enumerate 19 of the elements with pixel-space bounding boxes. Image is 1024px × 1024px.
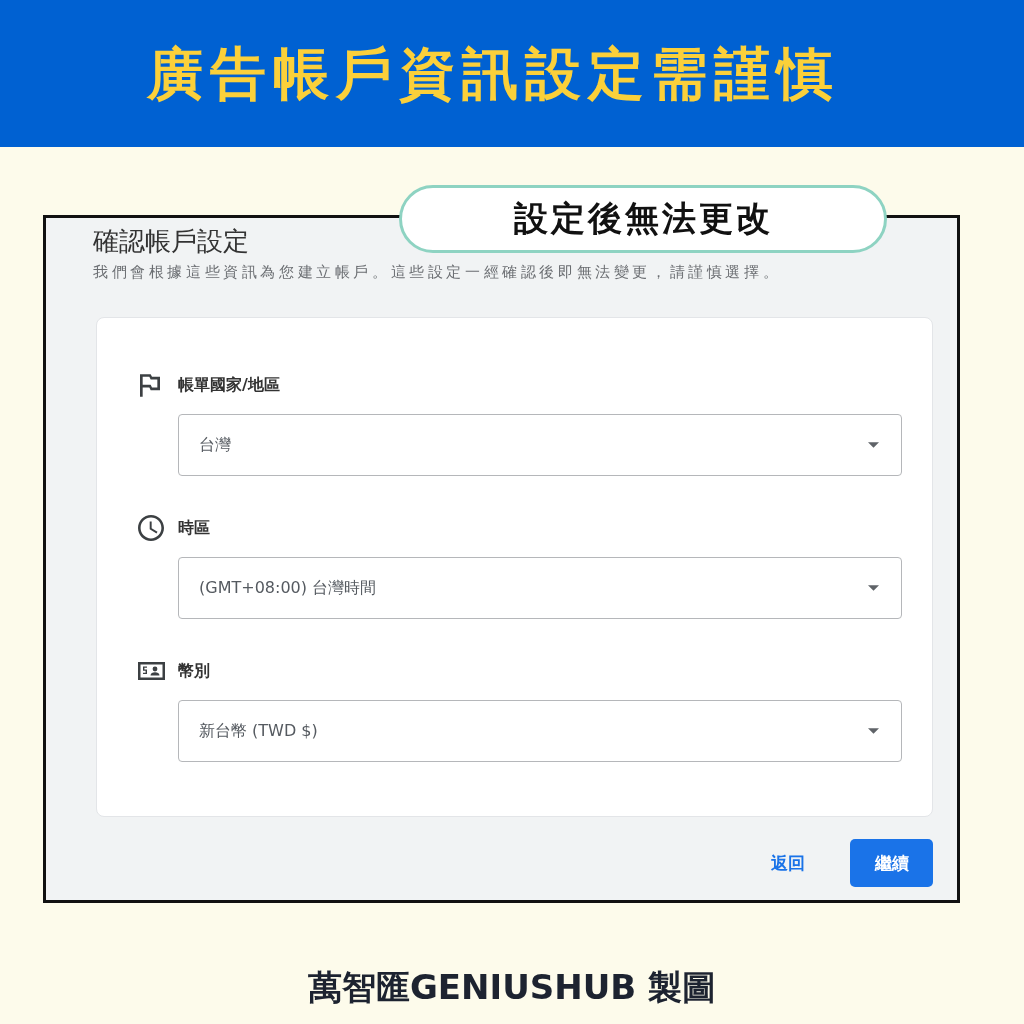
dropdown-caret-icon [868,585,879,591]
clock-icon [138,515,164,541]
dropdown-caret-icon [868,728,879,734]
warning-callout: 設定後無法更改 [399,185,887,253]
banner-title: 廣告帳戶資訊設定需謹慎 [146,40,840,107]
dialog-title: 確認帳戶設定 [93,226,249,256]
dropdown-field[interactable]: 新台幣 (TWD $) [178,700,902,762]
dropdown-caret-icon [868,442,879,448]
money-card-icon [138,662,165,680]
back-button[interactable]: 返回 [761,843,815,883]
flag-icon [140,373,160,397]
credit-line: 萬智匯GENIUSHUB 製圖 [307,967,717,1007]
field-label: 幣別 [178,660,210,682]
dropdown-field[interactable]: 台灣 [178,414,902,476]
continue-button[interactable]: 繼續 [850,839,933,887]
dropdown-field[interactable]: (GMT+08:00) 台灣時間 [178,557,902,619]
field-label: 帳單國家/地區 [178,374,280,396]
field-label: 時區 [178,517,210,539]
dialog-description: 我們會根據這些資訊為您建立帳戶。這些設定一經確認後即無法變更，請謹慎選擇。 [93,262,782,282]
